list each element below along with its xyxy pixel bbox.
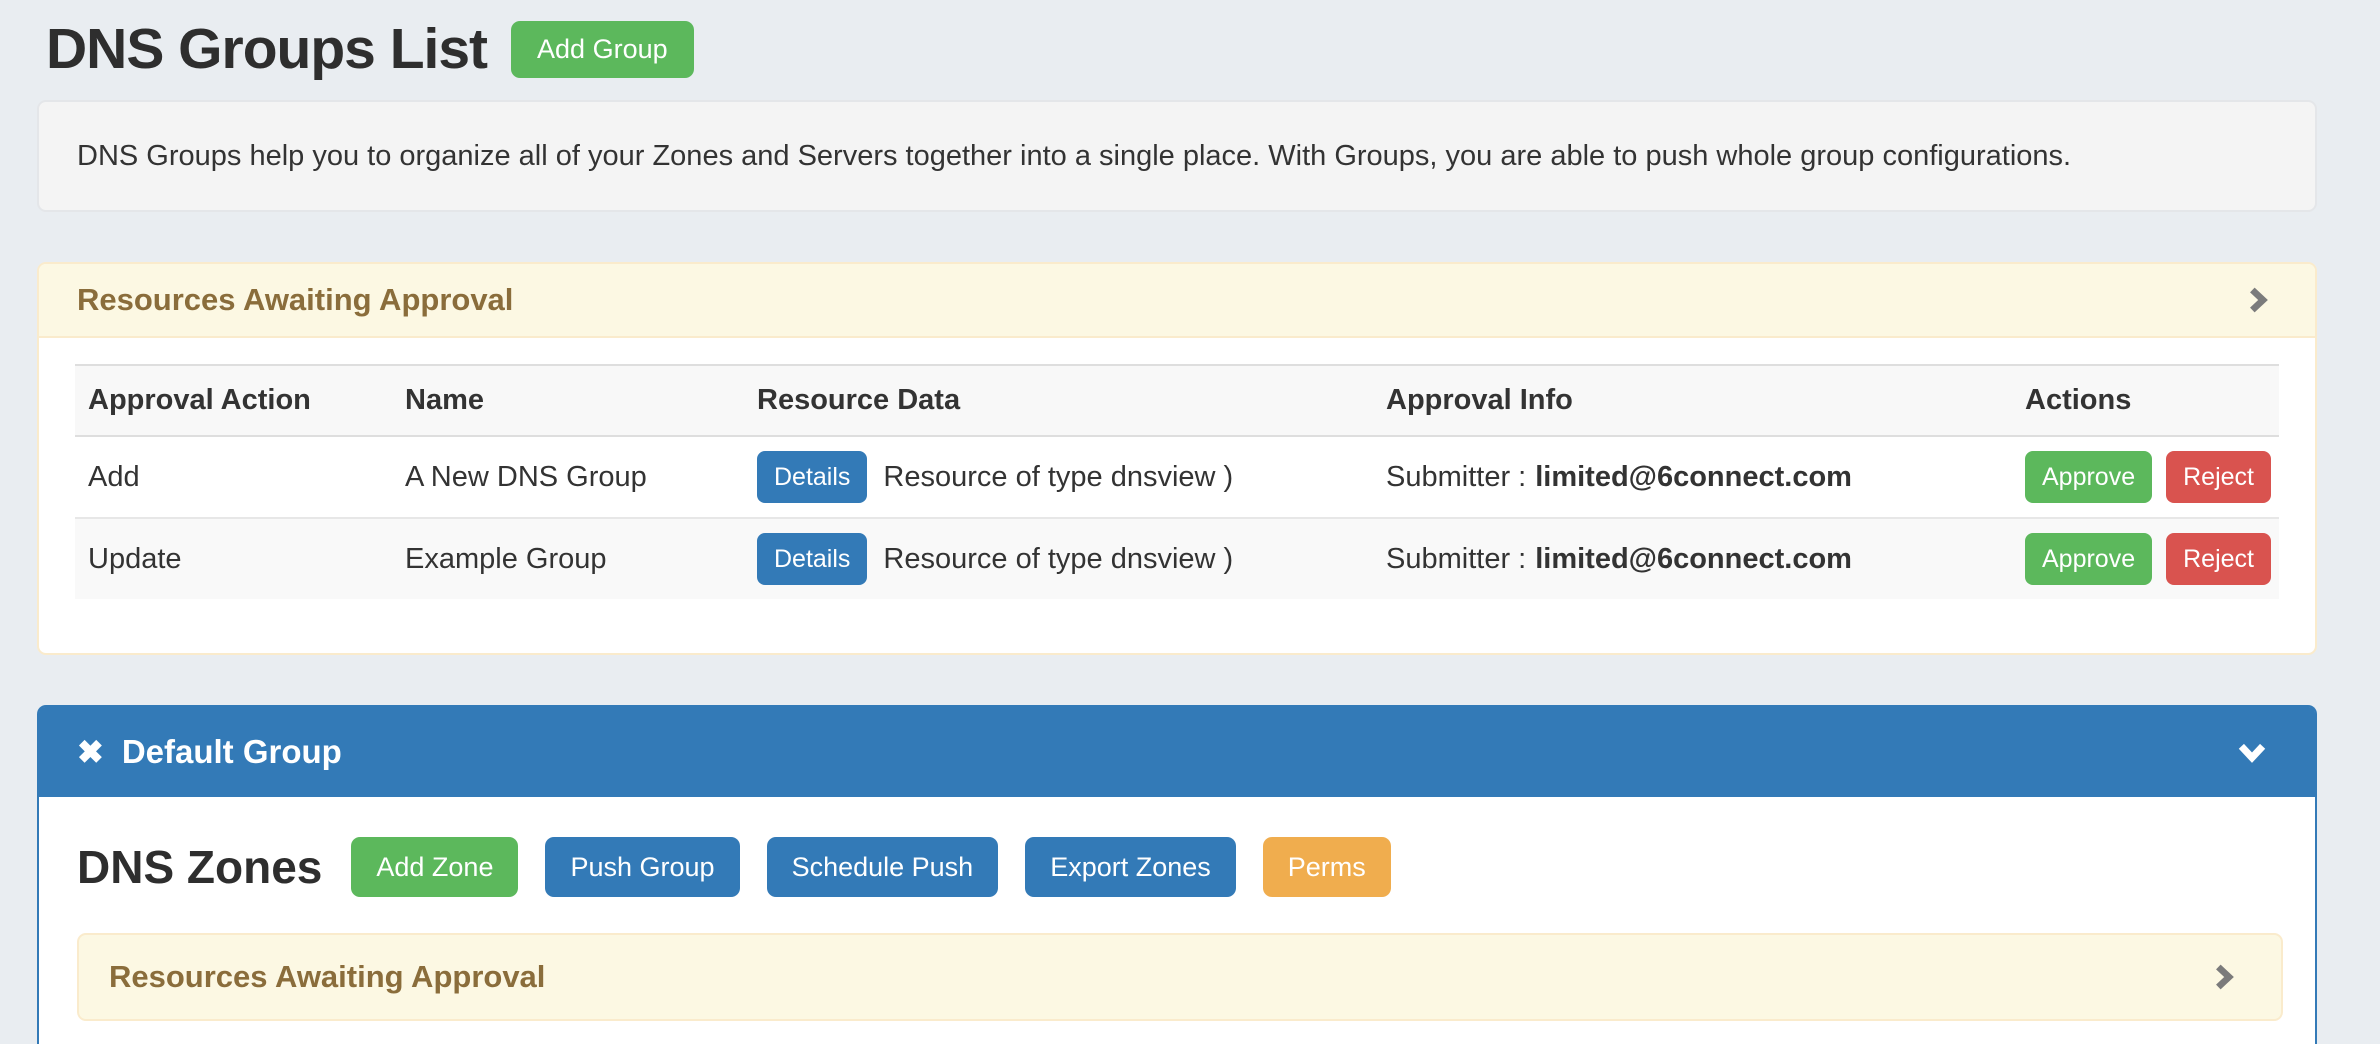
column-name: Name [392,365,744,436]
default-group-body: DNS Zones Add Zone Push Group Schedule P… [39,797,2315,1044]
submitter-label: Submitter : [1386,461,1526,493]
approval-name-cell: A New DNS Group [392,436,744,518]
export-zones-button[interactable]: Export Zones [1025,837,1236,897]
reject-button[interactable]: Reject [2166,451,2271,503]
reject-button[interactable]: Reject [2166,533,2271,585]
perms-button[interactable]: Perms [1263,837,1391,897]
approval-row: Add A New DNS Group Details Resource of … [75,436,2279,518]
column-resource-data: Resource Data [744,365,1373,436]
column-approval-action: Approval Action [75,365,392,436]
schedule-push-button[interactable]: Schedule Push [767,837,999,897]
approval-name-cell: Example Group [392,518,744,599]
actions-cell: Approve Reject [2012,436,2279,518]
approval-action-cell: Add [75,436,392,518]
add-zone-button[interactable]: Add Zone [351,837,518,897]
approval-panel-body: Approval Action Name Resource Data Appro… [39,338,2315,653]
page-description-well: DNS Groups help you to organize all of y… [37,100,2317,212]
column-actions: Actions [2012,365,2279,436]
actions-cell: Approve Reject [2012,518,2279,599]
chevron-right-icon[interactable] [2241,284,2273,316]
page-header: DNS Groups List Add Group [46,16,2317,82]
approve-button[interactable]: Approve [2025,533,2152,585]
close-icon[interactable]: ✖ [77,736,104,768]
default-group-panel: ✖ Default Group DNS Zones Add Zone Push … [37,705,2317,1044]
approval-info-cell: Submitter : limited@6connect.com [1373,518,2012,599]
submitter-email: limited@6connect.com [1535,461,1852,493]
chevron-right-icon[interactable] [2207,961,2239,993]
approval-panel: Resources Awaiting Approval Approval Act… [37,262,2317,655]
resource-text: Resource of type dnsview ) [883,461,1233,494]
chevron-down-icon[interactable] [2235,735,2269,769]
resource-data-cell: Details Resource of type dnsview ) [744,518,1373,599]
approval-panel-header[interactable]: Resources Awaiting Approval [39,264,2315,338]
submitter-label: Submitter : [1386,543,1526,575]
add-group-button[interactable]: Add Group [511,21,694,78]
approval-info-cell: Submitter : limited@6connect.com [1373,436,2012,518]
approve-button[interactable]: Approve [2025,451,2152,503]
approval-table: Approval Action Name Resource Data Appro… [75,364,2279,599]
push-group-button[interactable]: Push Group [545,837,739,897]
approval-table-header-row: Approval Action Name Resource Data Appro… [75,365,2279,436]
approval-action-cell: Update [75,518,392,599]
details-button[interactable]: Details [757,451,867,503]
default-group-title: Default Group [122,733,342,771]
page-container: DNS Groups List Add Group DNS Groups hel… [37,16,2317,1044]
resource-text: Resource of type dnsview ) [883,543,1233,576]
dns-zones-toolbar: DNS Zones Add Zone Push Group Schedule P… [77,837,2283,897]
default-group-header[interactable]: ✖ Default Group [39,707,2315,797]
zones-approval-panel-title: Resources Awaiting Approval [109,959,545,995]
resource-data-cell: Details Resource of type dnsview ) [744,436,1373,518]
zones-approval-panel-header[interactable]: Resources Awaiting Approval [77,933,2283,1021]
page-title: DNS Groups List [46,16,487,82]
details-button[interactable]: Details [757,533,867,585]
approval-panel-title: Resources Awaiting Approval [77,282,513,318]
page-description: DNS Groups help you to organize all of y… [77,140,2071,173]
submitter-email: limited@6connect.com [1535,543,1852,575]
approval-row: Update Example Group Details Resource of… [75,518,2279,599]
dns-zones-title: DNS Zones [77,840,322,894]
column-approval-info: Approval Info [1373,365,2012,436]
